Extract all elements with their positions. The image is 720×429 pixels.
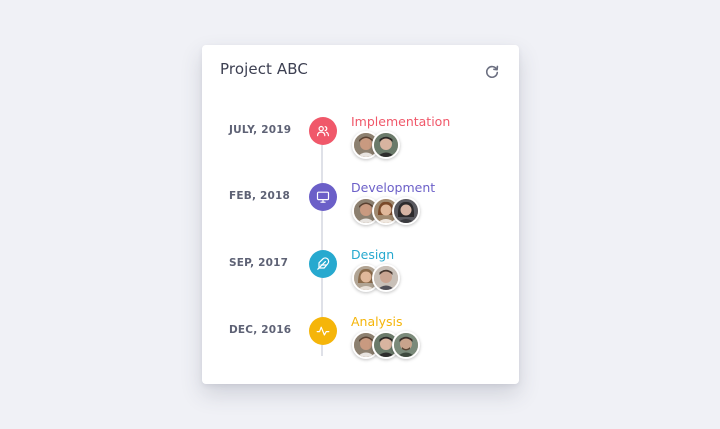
timeline-label[interactable]: Development <box>351 180 435 195</box>
card-title: Project ABC <box>220 60 308 78</box>
activity-icon <box>309 317 337 345</box>
timeline-item-development: FEB, 2018 Development <box>202 180 519 233</box>
timeline-label[interactable]: Design <box>351 247 394 262</box>
timeline-item-implementation: JULY, 2019 Implementation <box>202 114 519 167</box>
timeline-date: FEB, 2018 <box>229 190 291 202</box>
avatar[interactable] <box>392 197 420 225</box>
timeline-label[interactable]: Implementation <box>351 114 450 129</box>
refresh-icon[interactable] <box>484 64 500 80</box>
timeline-date: SEP, 2017 <box>229 257 289 269</box>
avatar[interactable] <box>372 131 400 159</box>
timeline-label[interactable]: Analysis <box>351 314 403 329</box>
monitor-icon <box>309 183 337 211</box>
project-timeline-card: Project ABC JULY, 2019 Implementation FE… <box>202 45 519 384</box>
feather-icon <box>309 250 337 278</box>
avatar[interactable] <box>372 264 400 292</box>
timeline-item-analysis: DEC, 2016 Analysis <box>202 314 519 367</box>
timeline-date: DEC, 2016 <box>229 324 292 336</box>
avatar[interactable] <box>392 331 420 359</box>
timeline-date: JULY, 2019 <box>229 124 292 136</box>
timeline-item-design: SEP, 2017 Design <box>202 247 519 300</box>
users-icon <box>309 117 337 145</box>
